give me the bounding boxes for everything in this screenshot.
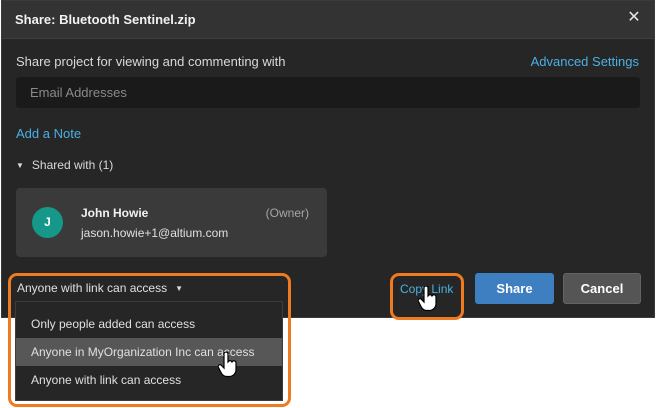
- link-access-dropdown-menu: Only people added can access Anyone in M…: [15, 301, 283, 401]
- link-access-value: Anyone with link can access: [17, 281, 168, 295]
- email-addresses-input[interactable]: [16, 77, 640, 108]
- cancel-button[interactable]: Cancel: [563, 273, 641, 304]
- access-option-only-people-added[interactable]: Only people added can access: [16, 310, 282, 338]
- share-dialog: Share: Bluetooth Sentinel.zip ✕ Share pr…: [1, 0, 655, 318]
- user-email: jason.howie+1@altium.com: [81, 226, 229, 240]
- shared-user-card: J John Howie jason.howie+1@altium.com (O…: [16, 188, 327, 257]
- access-option-organization[interactable]: Anyone in MyOrganization Inc can access: [16, 338, 282, 366]
- user-name: John Howie: [81, 206, 149, 220]
- share-description-label: Share project for viewing and commenting…: [16, 54, 286, 69]
- advanced-settings-link[interactable]: Advanced Settings: [531, 54, 639, 69]
- close-icon[interactable]: ✕: [624, 8, 644, 28]
- share-button[interactable]: Share: [475, 273, 554, 304]
- user-role-badge: (Owner): [265, 206, 309, 220]
- avatar: J: [32, 207, 63, 238]
- dialog-titlebar: Share: Bluetooth Sentinel.zip ✕: [2, 1, 654, 39]
- caret-down-icon: ▼: [16, 160, 24, 170]
- shared-with-label: Shared with (1): [31, 158, 114, 172]
- dialog-title: Share: Bluetooth Sentinel.zip: [15, 12, 196, 27]
- copy-link-button[interactable]: Copy Link: [400, 282, 453, 296]
- access-option-anyone-with-link[interactable]: Anyone with link can access: [16, 366, 282, 394]
- add-note-link[interactable]: Add a Note: [16, 126, 81, 141]
- chevron-down-icon: ▼: [175, 283, 183, 293]
- link-access-select[interactable]: Anyone with link can access ▼: [17, 281, 183, 295]
- shared-with-toggle[interactable]: ▼ Shared with (1): [16, 158, 113, 172]
